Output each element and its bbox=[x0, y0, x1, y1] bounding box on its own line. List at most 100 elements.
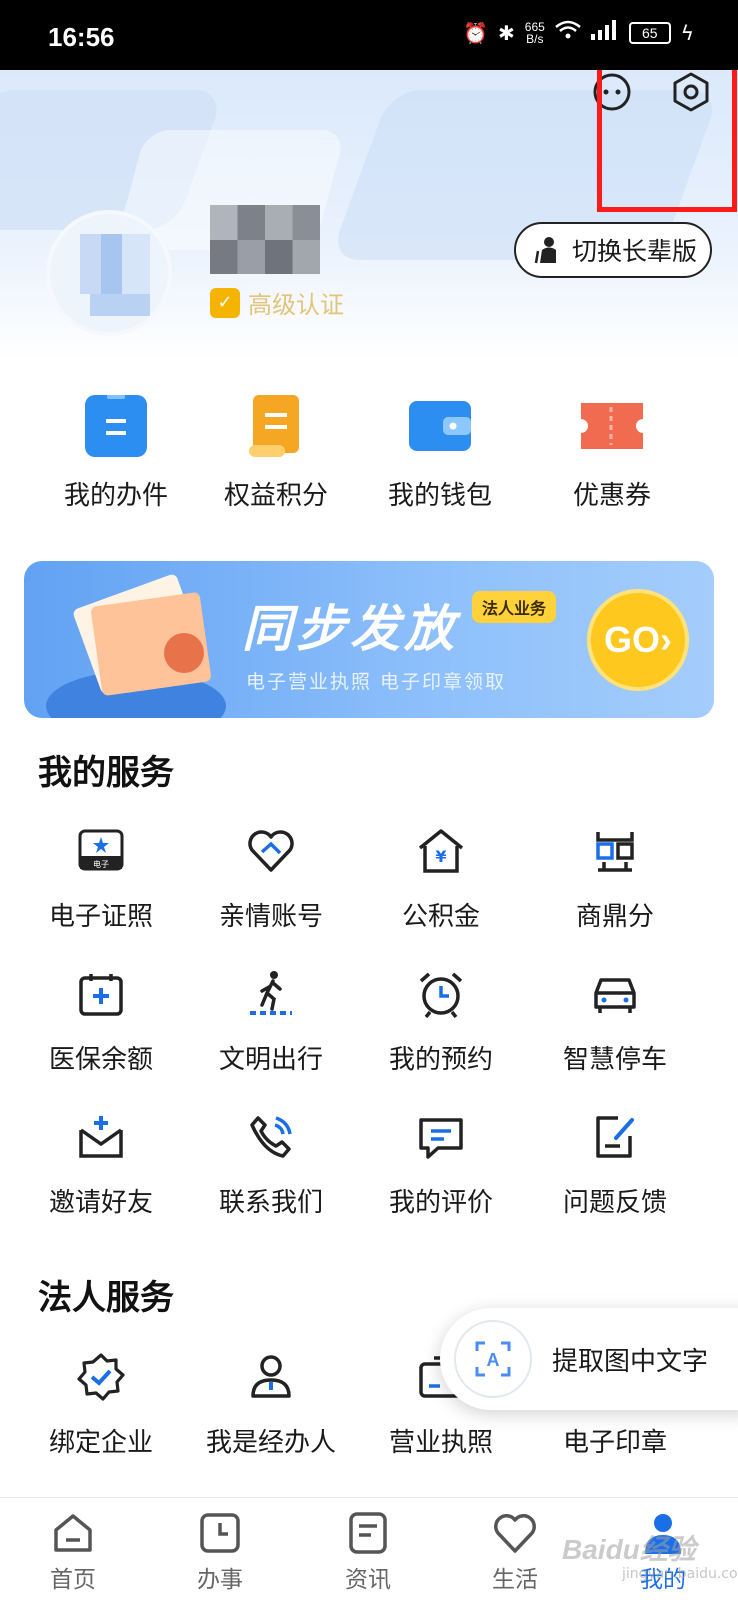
avatar-image bbox=[90, 294, 150, 316]
heart-icon bbox=[492, 1510, 538, 1556]
service-agent[interactable]: 我是经办人 bbox=[186, 1352, 356, 1459]
shangding-icon bbox=[590, 826, 640, 876]
status-icons: ⏰ ✱ 665 B/s 65 ϟ bbox=[463, 20, 694, 45]
coupon-icon bbox=[581, 395, 643, 457]
scroll-icon bbox=[245, 395, 307, 457]
extract-text-button[interactable]: A 提取图中文字 bbox=[440, 1308, 738, 1410]
feedback-icon bbox=[590, 1112, 640, 1162]
quick-action-label: 权益积分 bbox=[223, 481, 328, 511]
clock-icon bbox=[197, 1510, 243, 1556]
service-label: 我的预约 bbox=[388, 1045, 493, 1075]
nav-label: 资讯 bbox=[345, 1567, 391, 1593]
nav-services[interactable]: 办事 bbox=[160, 1510, 280, 1594]
elder-person-icon bbox=[534, 237, 556, 264]
nav-label: 首页 bbox=[50, 1567, 96, 1593]
housing-fund-icon: ¥ bbox=[416, 826, 466, 876]
svg-text:电子: 电子 bbox=[93, 859, 109, 869]
service-label: 问题反馈 bbox=[562, 1188, 667, 1218]
nav-life[interactable]: 生活 bbox=[455, 1510, 575, 1594]
section-title-my-services: 我的服务 bbox=[38, 753, 174, 793]
service-label: 我是经办人 bbox=[205, 1428, 336, 1458]
quick-action-label: 优惠券 bbox=[572, 481, 651, 511]
network-speed: 665 B/s bbox=[524, 19, 545, 46]
service-label: 智慧停车 bbox=[562, 1045, 667, 1075]
service-invite-friends[interactable]: 邀请好友 bbox=[16, 1112, 186, 1219]
service-label: 公积金 bbox=[401, 902, 480, 932]
service-shangding[interactable]: 商鼎分 bbox=[530, 826, 700, 933]
quick-actions: 我的办件 权益积分 我的钱包 优惠券 bbox=[0, 393, 738, 525]
service-label: 我的评价 bbox=[388, 1188, 493, 1218]
profile-header: ✓ 高级认证 切换长辈版 bbox=[0, 70, 738, 360]
service-label: 文明出行 bbox=[218, 1045, 323, 1075]
signal-icon bbox=[590, 20, 619, 45]
service-label: 电子印章 bbox=[562, 1428, 667, 1458]
battery-indicator: 65 bbox=[628, 21, 671, 44]
nav-label: 生活 bbox=[492, 1567, 538, 1593]
service-label: 营业执照 bbox=[388, 1428, 493, 1458]
service-my-reviews[interactable]: 我的评价 bbox=[356, 1112, 526, 1219]
banner-subtitle: 电子营业执照 电子印章领取 bbox=[246, 671, 507, 693]
service-smart-parking[interactable]: 智慧停车 bbox=[530, 969, 700, 1076]
alarm-icon: ⏰ bbox=[463, 20, 488, 45]
bluetooth-icon: ✱ bbox=[498, 20, 515, 45]
family-heart-icon bbox=[246, 826, 296, 876]
promo-banner[interactable]: 同步发放 法人业务 电子营业执照 电子印章领取 GO› bbox=[24, 561, 714, 718]
e-license-icon: 电子 bbox=[76, 826, 126, 876]
quick-action-my-cases[interactable]: 我的办件 bbox=[36, 393, 196, 512]
text-scan-icon: A bbox=[454, 1320, 532, 1398]
go-button[interactable]: GO› bbox=[587, 589, 689, 691]
stamp-icon bbox=[164, 633, 204, 673]
auth-level: ✓ 高级认证 bbox=[210, 285, 344, 320]
user-name-redacted bbox=[210, 240, 320, 274]
section-title-legal-services: 法人服务 bbox=[38, 1278, 174, 1318]
quick-action-label: 我的办件 bbox=[63, 481, 168, 511]
agent-person-icon bbox=[246, 1352, 296, 1402]
elder-mode-button[interactable]: 切换长辈版 bbox=[514, 222, 712, 278]
nav-home[interactable]: 首页 bbox=[13, 1510, 133, 1594]
nav-label: 办事 bbox=[197, 1567, 243, 1593]
quick-action-points[interactable]: 权益积分 bbox=[196, 395, 356, 512]
service-label: 绑定企业 bbox=[48, 1428, 153, 1458]
home-icon bbox=[50, 1510, 96, 1556]
invite-mail-icon bbox=[76, 1112, 126, 1162]
wifi-icon bbox=[554, 20, 581, 45]
quick-action-coupon[interactable]: 优惠券 bbox=[532, 395, 692, 512]
svg-text:¥: ¥ bbox=[435, 847, 446, 866]
quick-action-wallet[interactable]: 我的钱包 bbox=[360, 395, 520, 512]
elder-mode-label: 切换长辈版 bbox=[572, 237, 698, 266]
extract-text-label: 提取图中文字 bbox=[552, 1346, 709, 1377]
avatar[interactable] bbox=[46, 210, 172, 336]
auth-badge-icon: ✓ bbox=[210, 287, 240, 318]
service-feedback[interactable]: 问题反馈 bbox=[530, 1112, 700, 1219]
service-my-appointments[interactable]: 我的预约 bbox=[356, 969, 526, 1076]
banner-title: 同步发放 bbox=[242, 600, 458, 658]
service-label: 联系我们 bbox=[218, 1188, 323, 1218]
news-icon bbox=[345, 1510, 391, 1556]
medical-insurance-icon bbox=[76, 969, 126, 1019]
banner-tag: 法人业务 bbox=[472, 591, 557, 623]
service-housing-fund[interactable]: ¥ 公积金 bbox=[356, 826, 526, 933]
document-icon bbox=[85, 393, 147, 457]
service-label: 商鼎分 bbox=[575, 902, 654, 932]
comment-icon bbox=[416, 1112, 466, 1162]
service-medical-insurance[interactable]: 医保余额 bbox=[16, 969, 186, 1076]
status-time: 16:56 bbox=[48, 22, 115, 52]
nav-news[interactable]: 资讯 bbox=[308, 1510, 428, 1594]
watermark-url: jingyan.baidu.com bbox=[622, 1566, 738, 1582]
service-contact-us[interactable]: 联系我们 bbox=[186, 1112, 356, 1219]
service-label: 电子证照 bbox=[48, 902, 153, 932]
avatar-image bbox=[80, 234, 150, 294]
pedestrian-icon bbox=[246, 969, 296, 1019]
status-bar: 16:56 ⏰ ✱ 665 B/s 65 ϟ bbox=[0, 0, 738, 70]
watermark: Baidu经验 bbox=[562, 1534, 696, 1565]
verified-badge-icon bbox=[76, 1352, 126, 1402]
service-label: 邀请好友 bbox=[48, 1188, 153, 1218]
service-e-license[interactable]: 电子 电子证照 bbox=[16, 826, 186, 933]
service-label: 亲情账号 bbox=[218, 902, 323, 932]
wallet-icon bbox=[409, 395, 471, 457]
service-bind-enterprise[interactable]: 绑定企业 bbox=[16, 1352, 186, 1459]
highlight-box bbox=[597, 70, 737, 212]
alarm-clock-icon bbox=[416, 969, 466, 1019]
service-family-account[interactable]: 亲情账号 bbox=[186, 826, 356, 933]
service-civilized-travel[interactable]: 文明出行 bbox=[186, 969, 356, 1076]
